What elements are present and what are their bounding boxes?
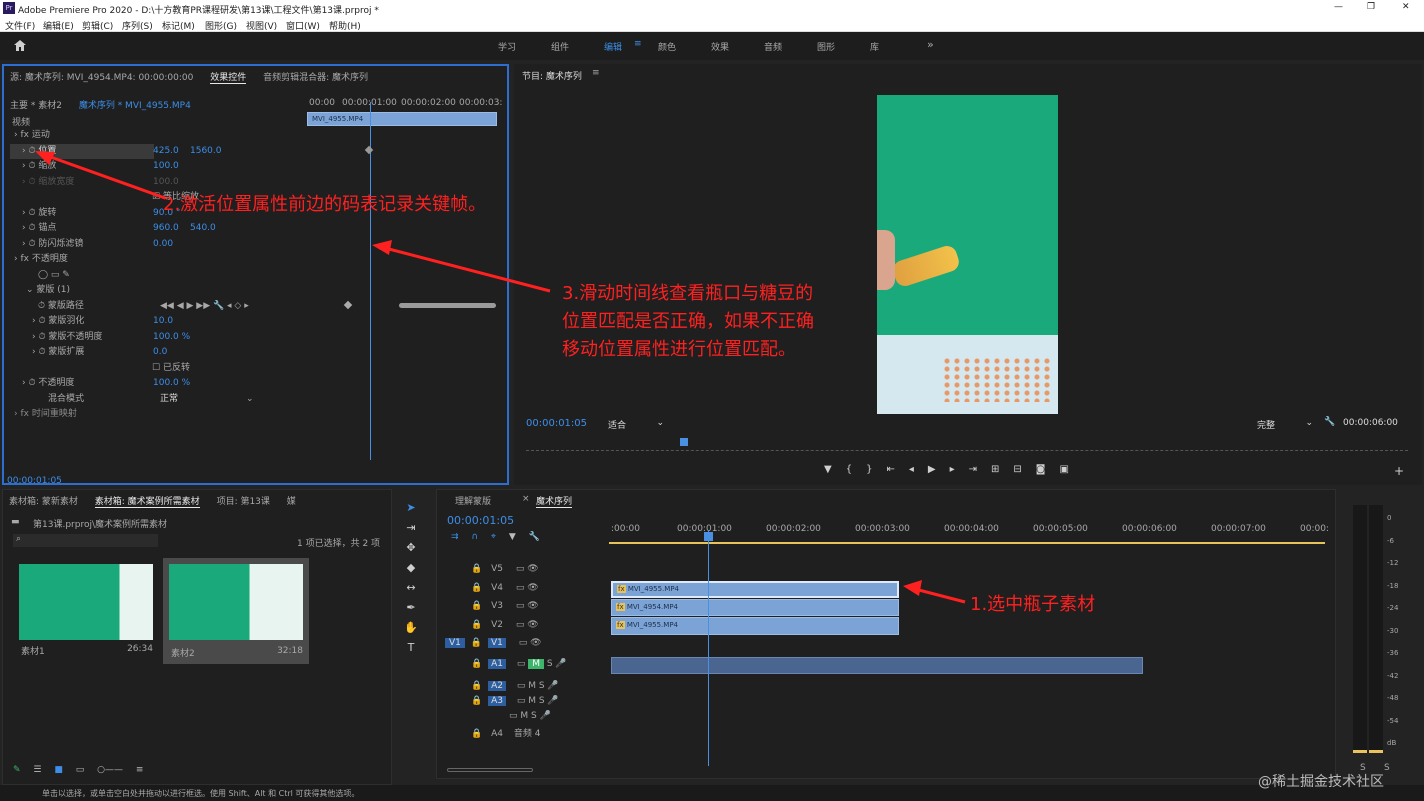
annotation-arrows bbox=[35, 151, 966, 604]
annotation-step2: 2.激活位置属性前边的码表记录关键帧。 bbox=[163, 194, 487, 215]
status-text: 单击以选择，或单击空白处并拖动以进行框选。使用 Shift、Alt 和 Ctrl… bbox=[42, 789, 360, 798]
annotation-step3: 3.滑动时间线查看瓶口与糖豆的 位置匹配是否正确，如果不正确 移动位置属性进行位… bbox=[562, 283, 814, 360]
watermark: @稀土掘金技术社区 bbox=[1258, 774, 1384, 790]
status-bar: 单击以选择，或单击空白处并拖动以进行框选。使用 Shift、Alt 和 Ctrl… bbox=[0, 774, 1424, 801]
annotation-step1: 1.选中瓶子素材 bbox=[970, 594, 1096, 615]
